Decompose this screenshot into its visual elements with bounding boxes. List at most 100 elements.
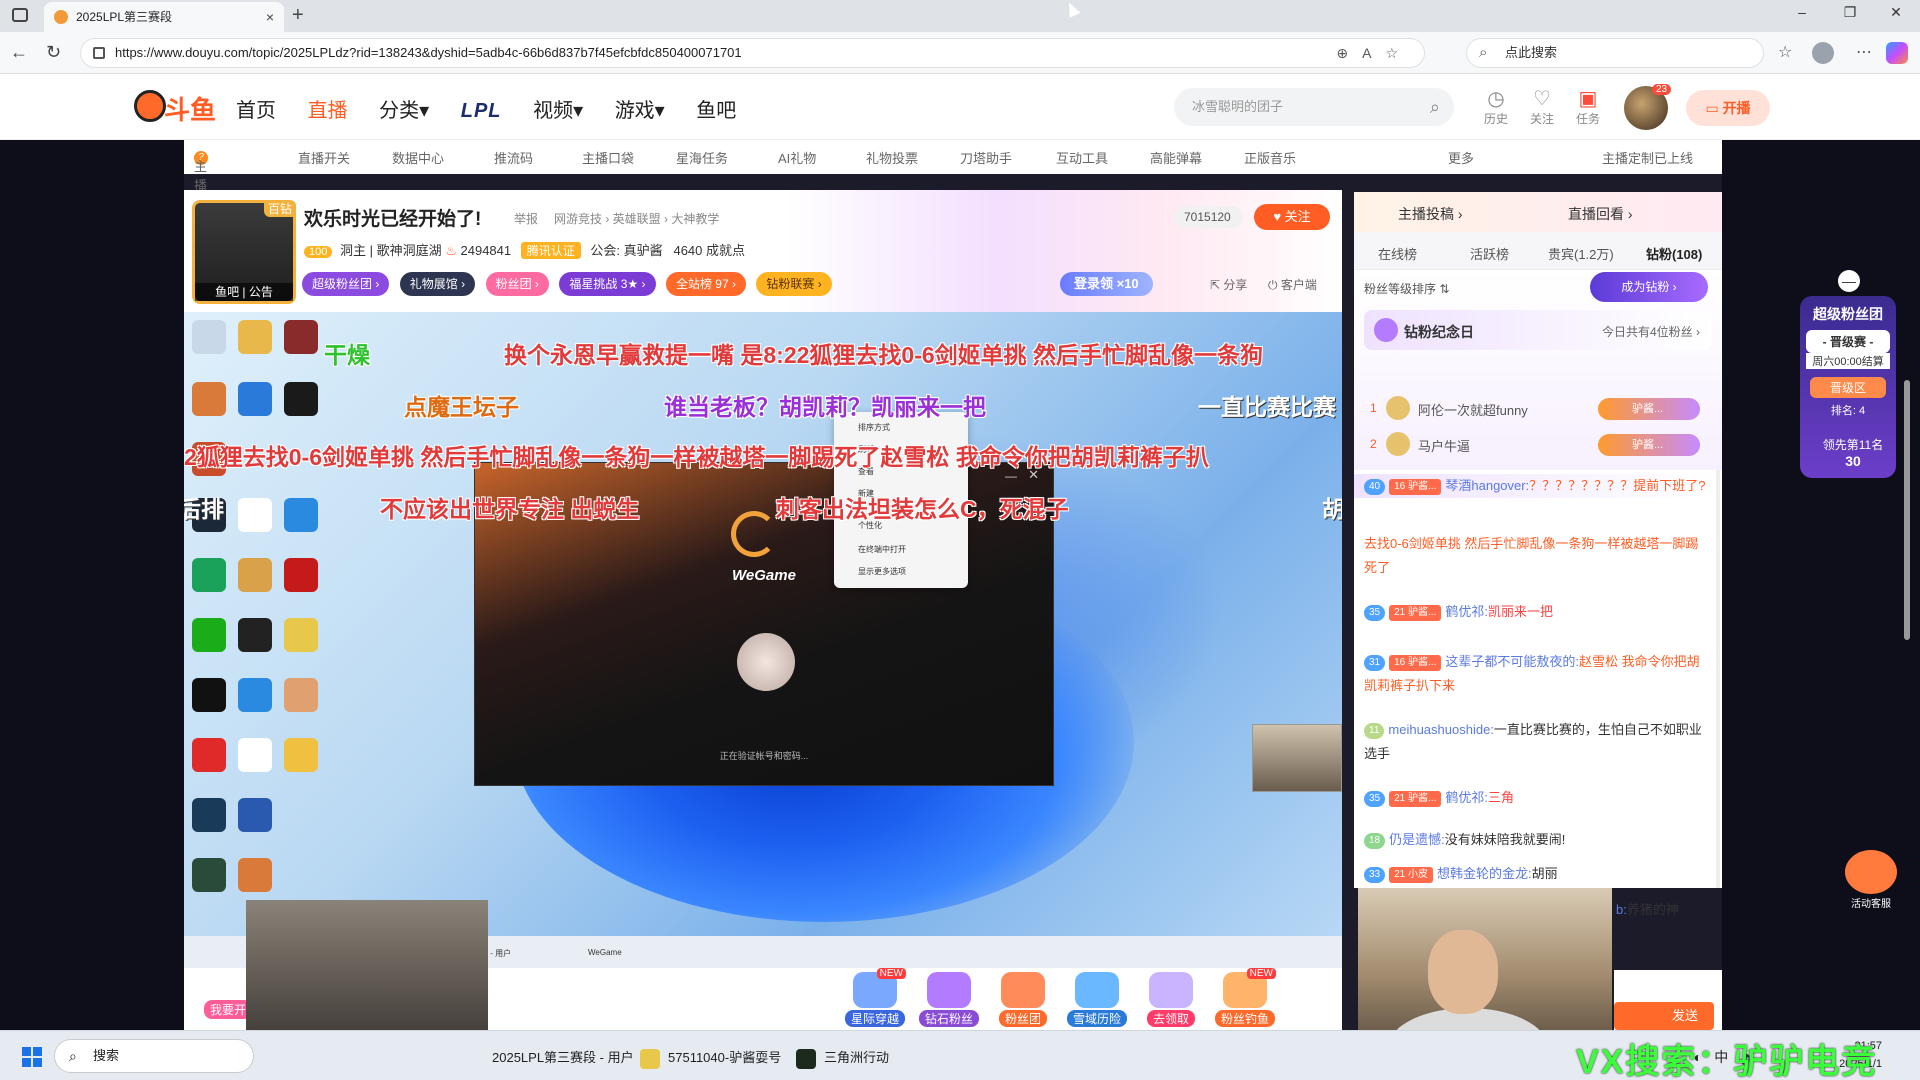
chat-username[interactable]: 这辈子都不可能敖夜的:	[1445, 654, 1579, 669]
report-link[interactable]: 举报	[514, 210, 538, 227]
site-search-input[interactable]: 冰雪聪明的团子 ⌕	[1174, 88, 1454, 126]
woyao-button[interactable]: 我要开	[204, 1000, 253, 1019]
subnav-interactive-tools[interactable]: 互动工具	[1056, 148, 1108, 167]
search-icon[interactable]: ⌕	[1430, 88, 1440, 126]
be-diamond-fan-button[interactable]: 成为钻粉 ›	[1590, 272, 1708, 302]
service-button[interactable]: 活动客服	[1842, 850, 1900, 914]
subnav-dota-helper[interactable]: 刀塔助手	[960, 148, 1012, 167]
sidebar-toggle-icon[interactable]	[12, 8, 28, 22]
task-button[interactable]: ▣ 任务	[1568, 86, 1608, 127]
new-tab-button[interactable]: +	[292, 4, 304, 27]
replay-link[interactable]: 直播回看 ›	[1568, 204, 1633, 224]
host-name[interactable]: 洞主 | 歌神洞庭湖	[340, 243, 442, 258]
subnav-star-task[interactable]: 星海任务	[676, 148, 728, 167]
nav-category[interactable]: 分类▾	[379, 94, 429, 123]
gift-gallery-pill[interactable]: 礼物展馆 ›	[399, 272, 476, 296]
client-button[interactable]: ⏻ 客户端	[1268, 276, 1317, 293]
url-field[interactable]: https://www.douyu.com/topic/2025LPLdz?ri…	[80, 38, 1425, 68]
history-button[interactable]: ◷ 历史	[1476, 86, 1516, 127]
chat-username[interactable]: 仍是遗憾:	[1389, 832, 1445, 847]
subnav-ai-gift[interactable]: AI礼物	[778, 148, 816, 167]
video-player[interactable]: — ✕ WeGame 正在验证帐号和密码... 排序方式 刷新 查看 新建 个性…	[184, 312, 1342, 936]
site-rank-pill[interactable]: 全站榜 97 ›	[665, 272, 746, 296]
diamond-league-pill[interactable]: 钻粉联赛 ›	[756, 272, 832, 296]
fan-rank-row[interactable]: 1 阿伦一次就超funny 驴酱...	[1364, 392, 1712, 426]
taskbar-app[interactable]: 三角洲行动	[796, 1047, 889, 1069]
streamer-avatar[interactable]: 百钻 鱼吧 | 公告	[192, 200, 296, 304]
chat-username[interactable]: b:	[1616, 902, 1627, 917]
chat-list[interactable]: 40 16 驴酱... 琴酒hangover:？？？？？？？？提前下班了? 去找0-…	[1354, 470, 1722, 888]
gift-item[interactable]: 去领取	[1136, 968, 1206, 1028]
tab-diamond-fans[interactable]: 钻粉(108)	[1646, 244, 1702, 263]
nav-game[interactable]: 游戏▾	[615, 94, 665, 123]
gift-item[interactable]: 钻石粉丝	[914, 968, 984, 1028]
back-icon[interactable]: ←	[10, 42, 28, 63]
nav-video[interactable]: 视频▾	[533, 94, 583, 123]
fan-sort-toggle[interactable]: 粉丝等级排序 ⇅	[1364, 280, 1449, 297]
avatar-tag: 百钻	[263, 200, 296, 217]
tab-active[interactable]: 活跃榜	[1470, 244, 1509, 263]
nav-lpl[interactable]: LPL	[461, 100, 502, 123]
chat-username[interactable]: 琴酒hangover:	[1445, 478, 1529, 493]
close-window-button[interactable]: ✕	[1876, 4, 1916, 21]
refresh-icon[interactable]: ↻	[46, 42, 61, 63]
favorites-icon[interactable]: ☆	[1778, 42, 1804, 62]
profile-icon[interactable]	[1812, 42, 1834, 64]
login-reward-button[interactable]: 登录领 ×10	[1060, 272, 1153, 296]
gift-item[interactable]: NEW 星际穿越	[840, 968, 910, 1028]
more-menu-icon[interactable]: ⋯	[1856, 42, 1884, 62]
tab-close-icon[interactable]: ×	[266, 2, 274, 32]
gift-item[interactable]: NEW 粉丝钓鱼	[1210, 968, 1280, 1028]
breadcrumb[interactable]: 网游竞技 › 英雄联盟 › 大神教学	[554, 210, 719, 227]
page-scrollbar[interactable]	[1904, 380, 1910, 640]
subnav-points[interactable]: 主播积分 ?	[194, 148, 208, 231]
guild-label[interactable]: 公会: 真驴酱	[590, 243, 662, 258]
restore-button[interactable]: ❐	[1830, 4, 1870, 21]
minimize-button[interactable]: –	[1782, 4, 1822, 20]
chat-username[interactable]: 鹤优祁:	[1445, 790, 1488, 805]
windows-start-icon[interactable]	[22, 1047, 42, 1067]
copilot-icon[interactable]	[1886, 42, 1908, 64]
start-live-button[interactable]: ▭ 开播	[1686, 90, 1770, 126]
taskbar-app[interactable]: 2025LPL第三赛段 - 用户	[492, 1047, 634, 1066]
danmaku-text: 谁当老板？胡凯莉？凯丽来一把	[664, 394, 986, 420]
avatar-footer[interactable]: 鱼吧 | 公告	[195, 283, 293, 301]
subnav-live-switch[interactable]: 直播开关	[298, 148, 350, 167]
fan-club-pill[interactable]: 粉丝团 ›	[485, 272, 549, 296]
chat-username[interactable]: meihuashuoshide:	[1388, 722, 1494, 737]
taskbar-app[interactable]: 57511040-驴酱耍号	[640, 1047, 781, 1069]
subnav-music[interactable]: 正版音乐	[1244, 148, 1296, 167]
browser-tab[interactable]: 2025LPL第三赛段 ×	[44, 2, 284, 32]
lucky-challenge-pill[interactable]: 福星挑战 3★ ›	[559, 272, 656, 296]
submission-link[interactable]: 主播投稿 ›	[1398, 204, 1463, 224]
chat-username[interactable]: 想韩金轮的金龙:	[1437, 866, 1532, 881]
subnav-pocket[interactable]: 主播口袋	[582, 148, 634, 167]
gift-item[interactable]: 粉丝团	[988, 968, 1058, 1028]
subnav-stream-key[interactable]: 推流码	[494, 148, 533, 167]
subnav-high-energy-danmaku[interactable]: 高能弹幕	[1150, 148, 1202, 167]
nav-home[interactable]: 首页	[236, 94, 276, 123]
nav-live[interactable]: 直播	[308, 94, 348, 123]
tab-vip[interactable]: 贵宾(1.2万)	[1548, 244, 1614, 263]
super-fan-club-pill[interactable]: 超级粉丝团 ›	[302, 272, 390, 296]
subnav-more[interactable]: 更多	[1448, 148, 1474, 167]
gift-item[interactable]: 雪域历险	[1062, 968, 1132, 1028]
subnav-custom[interactable]: 主播定制已上线	[1602, 148, 1693, 167]
taskbar-search[interactable]: ⌕ 搜索	[54, 1039, 254, 1073]
close-icon[interactable]: —	[1838, 270, 1860, 292]
follow-button[interactable]: ♥ 关注	[1254, 204, 1330, 230]
follow-list-button[interactable]: ♡ 关注	[1522, 86, 1562, 127]
nav-yuba[interactable]: 鱼吧	[696, 94, 736, 123]
chat-username[interactable]: 鹤优祁:	[1445, 604, 1488, 619]
tab-online[interactable]: 在线榜	[1378, 244, 1417, 263]
subnav-gift-vote[interactable]: 礼物投票	[866, 148, 918, 167]
share-button[interactable]: ⇱ 分享	[1210, 276, 1247, 293]
subnav-data-center[interactable]: 数据中心	[392, 148, 444, 167]
fan-rank-row[interactable]: 2 马户牛逼 驴酱...	[1364, 428, 1712, 462]
douyu-logo[interactable]: 斗鱼	[134, 90, 220, 126]
url-actions[interactable]: ⊕A☆	[1336, 39, 1412, 67]
send-button[interactable]: 发送	[1614, 1002, 1714, 1030]
fan-anniversary[interactable]: 钻粉纪念日 今日共有4位粉丝 ›	[1364, 310, 1712, 350]
browser-search-input[interactable]: ⌕ 点此搜索	[1466, 38, 1764, 68]
chat-scrollbar[interactable]	[1716, 470, 1720, 888]
